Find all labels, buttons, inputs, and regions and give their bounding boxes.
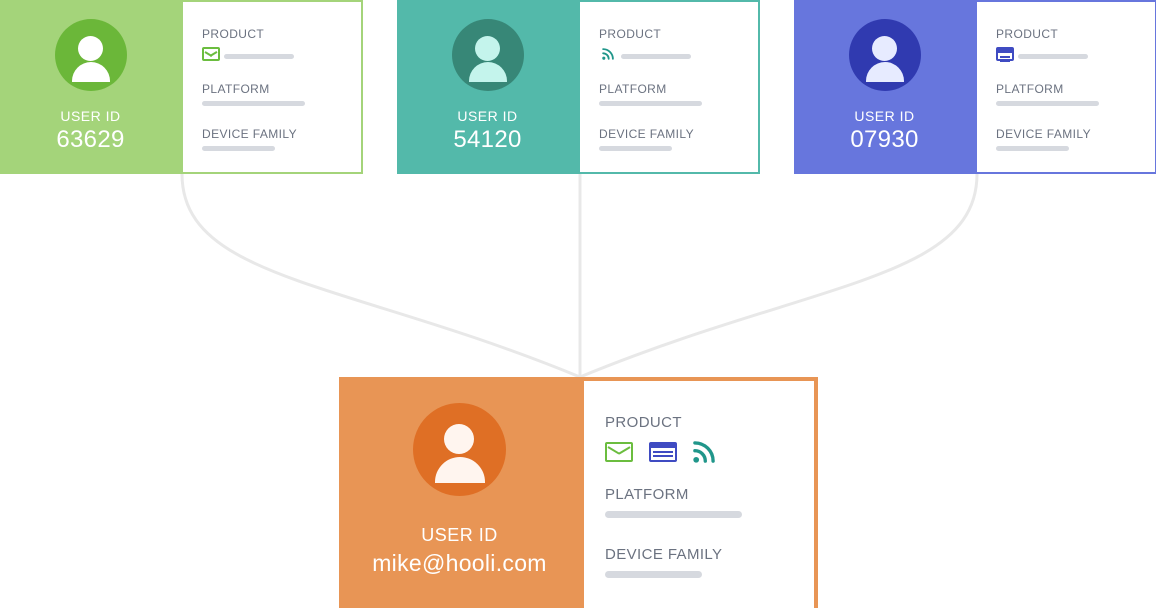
browser-icon <box>996 47 1014 61</box>
user-card-54120: USER ID 54120 PRODUCT PLATFORM DEVICE FA… <box>397 0 760 174</box>
product-label: PRODUCT <box>996 27 1059 41</box>
product-label: PRODUCT <box>605 414 682 431</box>
platform-label: PLATFORM <box>605 486 689 503</box>
platform-placeholder-bar <box>202 101 305 106</box>
mail-icon <box>605 442 633 462</box>
avatar-head-icon <box>444 424 474 454</box>
platform-placeholder-bar <box>599 101 702 106</box>
avatar-body-icon <box>865 62 904 82</box>
device-family-placeholder-bar <box>605 571 702 578</box>
device-family-label: DEVICE FAMILY <box>202 127 298 141</box>
user-id-value: 07930 <box>850 126 919 153</box>
avatar <box>848 19 921 91</box>
product-placeholder-bar <box>621 54 691 59</box>
rss-icon <box>599 47 617 61</box>
platform-placeholder-bar <box>605 511 742 518</box>
identity-merge-diagram: USER ID 63629 PRODUCT PLATFORM DEVICE FA… <box>0 0 1156 608</box>
device-family-label: DEVICE FAMILY <box>599 127 695 141</box>
user-id-value: 63629 <box>56 126 125 153</box>
product-label: PRODUCT <box>599 27 662 41</box>
user-card-attributes-panel: PRODUCT PLATFORM DEVICE FAMILY <box>181 0 363 174</box>
merged-user-card: USER ID mike@hooli.com PRODUCT PLATFORM … <box>339 377 818 608</box>
user-card-attributes-panel: PRODUCT PLATFORM DEVICE FAMILY <box>578 0 760 174</box>
user-card-identity-panel: USER ID 07930 <box>794 0 975 174</box>
user-card-63629: USER ID 63629 PRODUCT PLATFORM DEVICE FA… <box>0 0 363 174</box>
product-placeholder-bar <box>1018 54 1088 59</box>
avatar-head-icon <box>474 36 500 61</box>
user-card-attributes-panel: PRODUCT PLATFORM DEVICE FAMILY <box>975 0 1156 174</box>
avatar-body-icon <box>71 62 110 82</box>
platform-label: PLATFORM <box>599 82 667 96</box>
user-id-label: USER ID <box>421 525 498 545</box>
user-id-label: USER ID <box>60 108 121 124</box>
browser-icon <box>649 442 677 462</box>
user-id-label: USER ID <box>457 108 518 124</box>
user-card-identity-panel: USER ID 54120 <box>397 0 578 174</box>
device-family-placeholder-bar <box>202 146 275 151</box>
platform-label: PLATFORM <box>202 82 270 96</box>
platform-placeholder-bar <box>996 101 1099 106</box>
avatar-body-icon <box>468 62 507 82</box>
avatar <box>54 19 127 91</box>
user-card-identity-panel: USER ID 63629 <box>0 0 181 174</box>
user-id-value: mike@hooli.com <box>372 550 547 576</box>
device-family-placeholder-bar <box>599 146 672 151</box>
rss-icon <box>691 439 717 465</box>
avatar <box>451 19 524 91</box>
merged-user-identity-panel: USER ID mike@hooli.com <box>339 377 580 608</box>
device-family-label: DEVICE FAMILY <box>605 546 723 563</box>
connector-left <box>180 173 581 379</box>
device-family-label: DEVICE FAMILY <box>996 127 1092 141</box>
avatar-body-icon <box>435 457 485 483</box>
avatar-head-icon <box>871 36 897 61</box>
avatar <box>413 403 506 496</box>
user-id-value: 54120 <box>453 126 522 153</box>
merged-user-attributes-panel: PRODUCT PLATFORM DEVICE FAMILY <box>580 377 818 608</box>
product-label: PRODUCT <box>202 27 265 41</box>
product-placeholder-bar <box>224 54 294 59</box>
mail-icon <box>202 47 220 61</box>
user-id-label: USER ID <box>854 108 915 124</box>
connector-right <box>579 173 979 379</box>
user-card-07930: USER ID 07930 PRODUCT PLATFORM DEVICE FA… <box>794 0 1156 174</box>
platform-label: PLATFORM <box>996 82 1064 96</box>
avatar-head-icon <box>77 36 103 61</box>
device-family-placeholder-bar <box>996 146 1069 151</box>
